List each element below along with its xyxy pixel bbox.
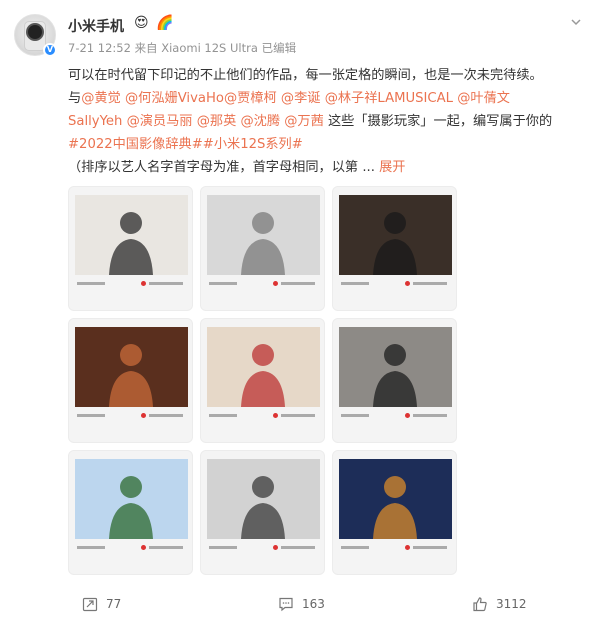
comment-icon	[278, 596, 294, 612]
post-text: 可以在时代留下印记的不止他们的作品，每一张定格的瞬间，也是一次未完待续。	[68, 68, 543, 83]
photo-caption	[339, 281, 452, 290]
badge-emoji-2: 🌈	[156, 15, 174, 31]
photo-thumbnail[interactable]	[68, 318, 193, 443]
photo-caption	[207, 545, 320, 554]
camera-lens	[28, 25, 42, 39]
photo-thumbnail[interactable]	[332, 450, 457, 575]
photo-thumbnail[interactable]	[200, 318, 325, 443]
post-time[interactable]: 7-21 12:52	[68, 41, 131, 55]
photo-image	[339, 327, 452, 407]
mention-link[interactable]: @演员马丽	[127, 114, 193, 129]
chevron-down-icon[interactable]	[570, 16, 582, 28]
verified-badge-icon: V	[43, 43, 57, 57]
photo-thumbnail[interactable]	[332, 318, 457, 443]
like-button[interactable]: 3112	[472, 596, 527, 612]
photo-image	[75, 327, 188, 407]
photo-thumbnail[interactable]	[200, 186, 325, 311]
photo-caption	[339, 413, 452, 422]
post-edited[interactable]: 已编辑	[262, 41, 297, 55]
photo-image	[75, 195, 188, 275]
post-text-line: SallyYeh @演员马丽 @那英 @沈腾 @万茜 这些「摄影玩家」一起，编写…	[68, 110, 588, 133]
photo-image	[207, 459, 320, 539]
repost-button[interactable]: 77	[82, 596, 121, 612]
post-source: 来自 Xiaomi 12S Ultra	[134, 41, 258, 55]
mention-link[interactable]: @何泓姗VivaHo	[125, 91, 224, 106]
photo-image	[207, 327, 320, 407]
hashtag-link[interactable]: #小米12S系列#	[203, 137, 303, 152]
hashtag-link[interactable]: #2022中国影像辞典#	[68, 137, 203, 152]
post-text: 这些「摄影玩家」一起，编写属于你的	[323, 114, 553, 129]
mention-link[interactable]: @李诞	[281, 91, 321, 106]
action-bar: 77 163 3112	[0, 590, 600, 617]
like-count: 3112	[496, 597, 527, 611]
post-text: 与	[68, 91, 82, 106]
post-text-line: 与@黄觉 @何泓姗VivaHo@贾樟柯 @李诞 @林子祥LAMUSICAL @叶…	[68, 87, 588, 110]
post-text-line: #2022中国影像辞典##小米12S系列#	[68, 133, 588, 156]
post-text-line: （排序以艺人名字首字母为准，首字母相同，以第 ... 展开	[68, 156, 588, 179]
repost-icon	[82, 596, 98, 612]
comment-count: 163	[302, 597, 325, 611]
photo-caption	[339, 545, 452, 554]
mention-link[interactable]: @贾樟柯	[224, 91, 277, 106]
repost-count: 77	[106, 597, 122, 611]
author-name[interactable]: 小米手机	[68, 16, 124, 36]
post-text: （排序以艺人名字首字母为准，首字母相同，以第 ...	[68, 160, 380, 175]
comment-button[interactable]: 163	[278, 596, 325, 612]
photo-thumbnail[interactable]	[68, 186, 193, 311]
photo-image	[339, 195, 452, 275]
mention-link[interactable]: @林子祥LAMUSICAL	[325, 91, 453, 106]
mention-link[interactable]: SallyYeh	[68, 114, 122, 129]
mention-link[interactable]: @叶蒨文	[457, 91, 510, 106]
photo-thumbnail[interactable]	[68, 450, 193, 575]
photo-thumbnail[interactable]	[200, 450, 325, 575]
photo-caption	[207, 281, 320, 290]
photo-image	[339, 459, 452, 539]
mention-link[interactable]: @万茜	[284, 114, 324, 129]
photo-thumbnail[interactable]	[332, 186, 457, 311]
mention-link[interactable]: @那英	[197, 114, 237, 129]
photo-caption	[75, 281, 188, 290]
thumbs-up-icon	[472, 596, 488, 612]
photo-image	[207, 195, 320, 275]
expand-link[interactable]: 展开	[379, 160, 405, 175]
photo-caption	[75, 413, 188, 422]
photo-image	[75, 459, 188, 539]
mention-link[interactable]: @沈腾	[240, 114, 280, 129]
post-meta: 7-21 12:52 来自 Xiaomi 12S Ultra 已编辑	[68, 40, 296, 56]
post-text-line: 可以在时代留下印记的不止他们的作品，每一张定格的瞬间，也是一次未完待续。	[68, 64, 588, 87]
post-body: 可以在时代留下印记的不止他们的作品，每一张定格的瞬间，也是一次未完待续。 与@黄觉…	[68, 64, 588, 179]
photo-caption	[75, 545, 188, 554]
badge-emoji-1: 😍	[134, 15, 149, 31]
mention-link[interactable]: @黄觉	[81, 91, 121, 106]
post-header: V 小米手机 😍 🌈 7-21 12:52 来自 Xiaomi 12S Ultr…	[14, 12, 586, 60]
photo-caption	[207, 413, 320, 422]
